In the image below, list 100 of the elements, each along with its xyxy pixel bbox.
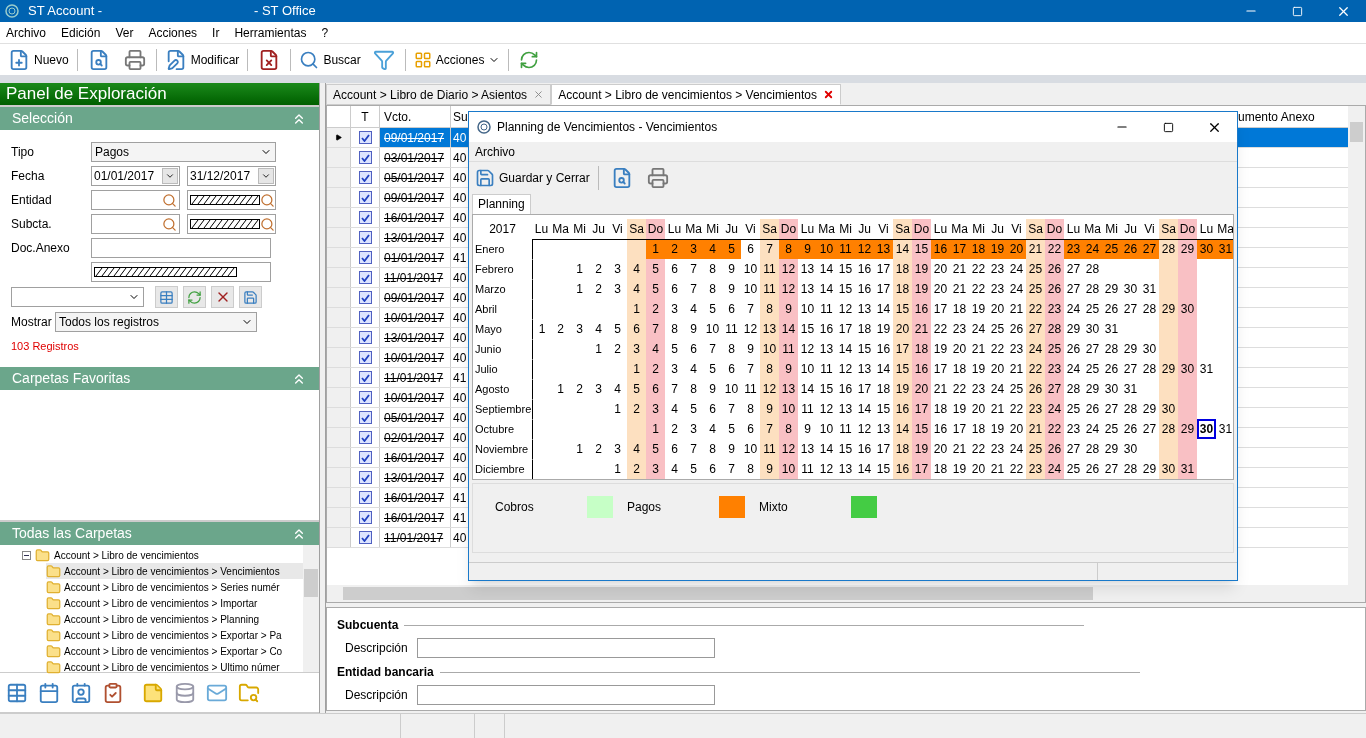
day-cell[interactable]: 22	[1026, 359, 1045, 379]
day-cell[interactable]: 8	[703, 279, 722, 299]
day-cell[interactable]: 18	[950, 299, 969, 319]
day-cell[interactable]: 4	[627, 439, 646, 459]
day-cell[interactable]: 10	[817, 239, 836, 259]
clear-button[interactable]	[211, 286, 234, 308]
day-cell[interactable]: 7	[722, 459, 741, 479]
checkbox[interactable]	[358, 311, 372, 324]
day-cell[interactable]: 27	[1045, 379, 1064, 399]
day-cell[interactable]: 9	[741, 339, 760, 359]
checkbox[interactable]	[358, 471, 372, 484]
day-cell[interactable]: 28	[1159, 239, 1178, 259]
day-cell[interactable]: 12	[817, 399, 836, 419]
day-cell[interactable]: 8	[684, 379, 703, 399]
checkbox[interactable]	[358, 171, 372, 184]
day-cell[interactable]: 5	[703, 359, 722, 379]
day-cell[interactable]: 7	[684, 439, 703, 459]
day-cell[interactable]: 16	[855, 259, 874, 279]
day-cell[interactable]: 8	[722, 339, 741, 359]
day-cell[interactable]: 28	[1121, 399, 1140, 419]
checkbox[interactable]	[358, 511, 372, 524]
document-tab[interactable]: Account > Libro de Diario > Asientos	[326, 84, 552, 105]
day-cell[interactable]: 17	[874, 279, 893, 299]
day-cell[interactable]: 10	[798, 359, 817, 379]
day-cell[interactable]: 13	[836, 459, 855, 479]
tree-item[interactable]: Account > Libro de vencimientos > Exportar > Co	[46, 643, 303, 659]
day-cell[interactable]: 23	[950, 319, 969, 339]
day-cell[interactable]: 19	[969, 299, 988, 319]
day-cell[interactable]: 30	[1121, 279, 1140, 299]
day-cell[interactable]: 30	[1159, 399, 1178, 419]
show-select[interactable]: Todos los registros	[55, 312, 257, 332]
checkbox[interactable]	[358, 351, 372, 364]
day-cell[interactable]: 30	[1197, 239, 1216, 259]
day-cell[interactable]: 9	[798, 419, 817, 439]
day-cell[interactable]: 1	[646, 239, 665, 259]
day-cell[interactable]: 2	[627, 399, 646, 419]
day-cell[interactable]: 3	[608, 259, 627, 279]
day-cell[interactable]: 14	[893, 239, 912, 259]
day-cell[interactable]: 2	[665, 419, 684, 439]
lookup-field[interactable]	[91, 190, 180, 210]
day-cell[interactable]: 22	[969, 259, 988, 279]
day-cell[interactable]: 25	[1064, 399, 1083, 419]
tree-item[interactable]: Account > Libro de vencimientos > Exportar > Pa	[46, 627, 303, 643]
day-cell[interactable]: 4	[608, 379, 627, 399]
day-cell[interactable]: 9	[779, 359, 798, 379]
filter-select[interactable]	[11, 287, 144, 307]
note-icon[interactable]	[142, 681, 164, 704]
checkbox[interactable]	[358, 451, 372, 464]
day-cell[interactable]: 5	[722, 239, 741, 259]
day-cell[interactable]: 26	[1026, 379, 1045, 399]
day-cell[interactable]: 27	[1140, 419, 1159, 439]
day-cell[interactable]: 8	[779, 239, 798, 259]
day-cell[interactable]: 28	[1159, 419, 1178, 439]
day-cell[interactable]: 13	[779, 379, 798, 399]
day-cell[interactable]: 26	[1045, 259, 1064, 279]
day-cell[interactable]: 6	[684, 339, 703, 359]
day-cell[interactable]: 11	[836, 419, 855, 439]
day-cell[interactable]: 2	[627, 459, 646, 479]
day-cell[interactable]: 7	[684, 279, 703, 299]
day-cell[interactable]: 29	[1140, 399, 1159, 419]
column-header[interactable]: T	[351, 106, 380, 127]
day-cell[interactable]: 21	[969, 339, 988, 359]
day-cell[interactable]: 23	[1007, 339, 1026, 359]
checkbox[interactable]	[358, 411, 372, 424]
day-cell[interactable]: 6	[703, 459, 722, 479]
day-cell[interactable]: 4	[703, 239, 722, 259]
day-cell[interactable]: 31	[1216, 419, 1233, 439]
day-cell[interactable]: 13	[817, 339, 836, 359]
day-cell[interactable]: 10	[798, 299, 817, 319]
day-cell[interactable]: 14	[817, 279, 836, 299]
day-cell[interactable]: 22	[988, 339, 1007, 359]
day-cell[interactable]: 26	[1083, 459, 1102, 479]
day-cell[interactable]: 1	[532, 319, 551, 339]
day-cell[interactable]: 15	[836, 439, 855, 459]
day-cell[interactable]: 20	[893, 319, 912, 339]
day-cell[interactable]: 8	[703, 439, 722, 459]
day-cell[interactable]: 15	[836, 259, 855, 279]
menu-item[interactable]: Edición	[61, 23, 101, 42]
menu-item[interactable]: Archivo	[475, 142, 515, 161]
clipboard-check-icon[interactable]	[102, 681, 124, 704]
checkbox[interactable]	[358, 131, 372, 144]
day-cell[interactable]: 23	[988, 259, 1007, 279]
checkbox[interactable]	[358, 531, 372, 544]
day-cell[interactable]: 19	[988, 239, 1007, 259]
checkbox[interactable]	[358, 391, 372, 404]
day-cell[interactable]: 11	[760, 439, 779, 459]
day-cell[interactable]: 11	[741, 379, 760, 399]
tree-item[interactable]: Account > Libro de vencimientos > Planning	[46, 611, 303, 627]
day-cell[interactable]: 18	[893, 259, 912, 279]
day-cell[interactable]: 19	[912, 439, 931, 459]
day-cell[interactable]: 15	[836, 279, 855, 299]
day-cell[interactable]: 25	[1026, 439, 1045, 459]
day-cell[interactable]: 27	[1121, 359, 1140, 379]
day-cell[interactable]: 20	[1007, 239, 1026, 259]
day-cell[interactable]: 28	[1083, 439, 1102, 459]
day-cell[interactable]: 12	[741, 319, 760, 339]
day-cell[interactable]: 9	[703, 379, 722, 399]
menu-item[interactable]: Ver	[115, 23, 134, 42]
day-cell[interactable]: 13	[855, 359, 874, 379]
day-cell[interactable]: 4	[627, 259, 646, 279]
